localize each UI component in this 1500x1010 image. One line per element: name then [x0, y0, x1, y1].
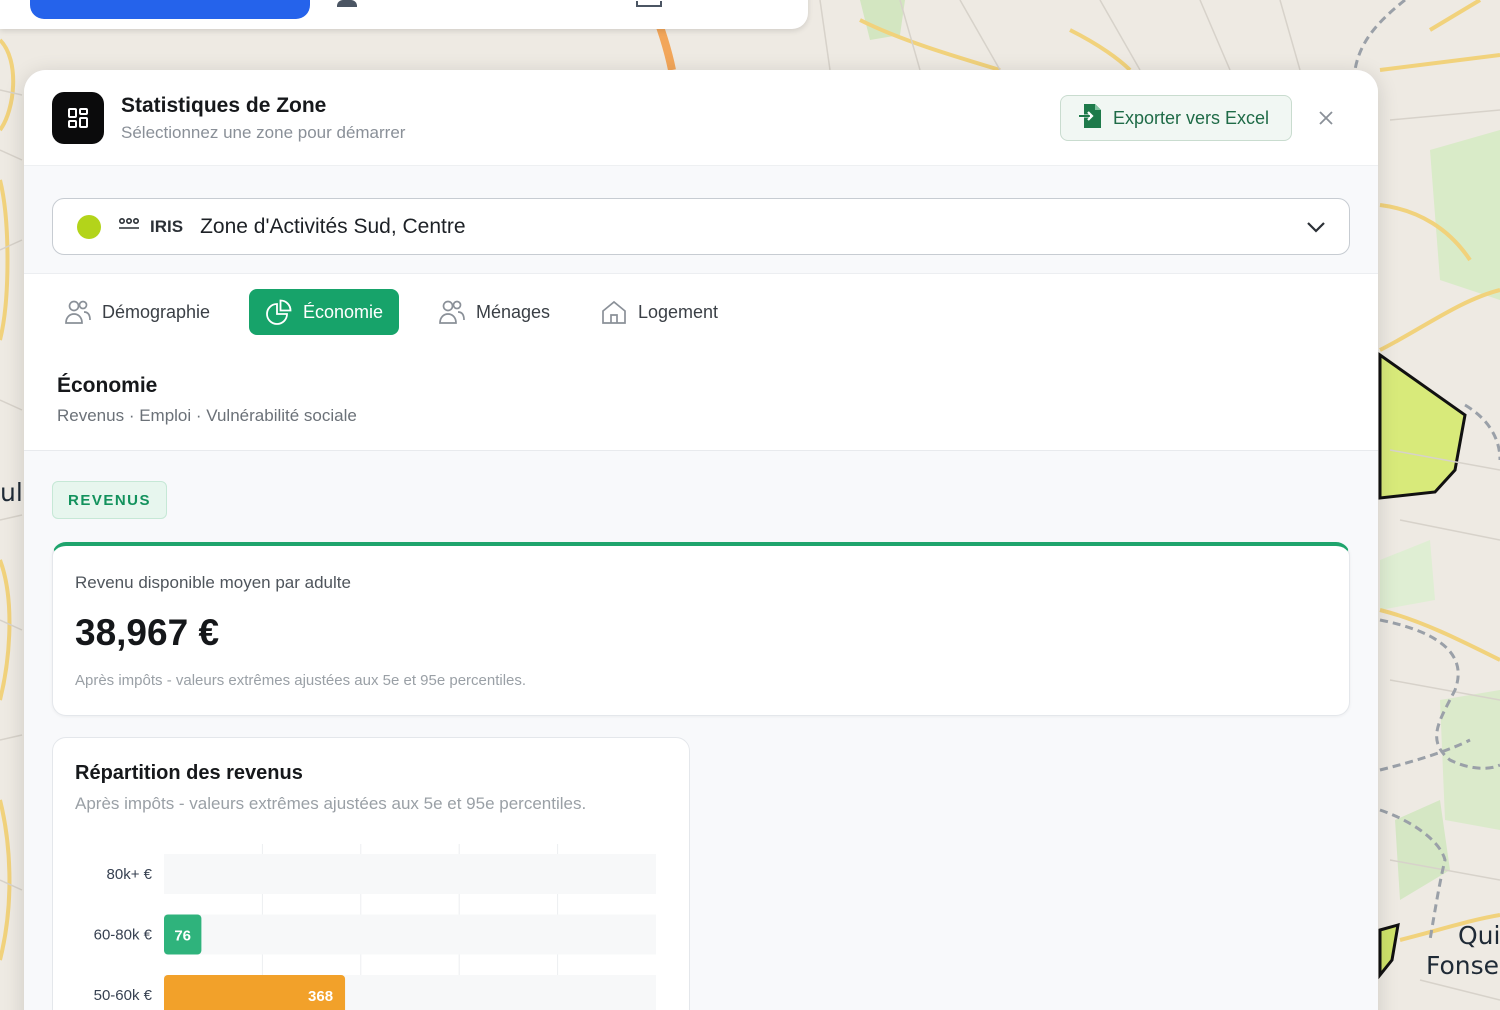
tab-economie[interactable]: Économie	[249, 289, 400, 335]
close-button[interactable]	[1314, 106, 1338, 130]
chevron-down-icon	[1307, 222, 1325, 233]
pie-chart-icon	[266, 299, 292, 325]
excel-icon	[1077, 102, 1105, 135]
category-label: 50-60k €	[94, 987, 153, 1004]
stat-note: Après impôts - valeurs extrêmes ajustées…	[75, 672, 527, 689]
export-excel-button[interactable]: Exporter vers Excel	[1060, 95, 1292, 141]
home-icon	[602, 300, 626, 324]
user-icon[interactable]	[337, 0, 357, 7]
stat-card-revenu: Revenu disponible moyen par adulte 38,96…	[52, 542, 1350, 716]
zone-type-label: IRIS	[150, 216, 184, 236]
users-icon	[439, 300, 465, 324]
zone-color-dot	[77, 214, 101, 239]
bar-track	[164, 914, 656, 955]
map-label-quin: Quin	[1458, 921, 1500, 950]
tab-logement[interactable]: Logement	[584, 289, 734, 335]
panel-title: Statistiques de Zone	[121, 94, 327, 117]
zone-select[interactable]: IRIS Zone d'Activités Sud, Centre	[52, 198, 1350, 255]
close-icon	[1319, 111, 1333, 125]
panel-header: Statistiques de Zone Sélectionnez une zo…	[24, 70, 1378, 166]
map-label-fonseg: Fonseg	[1426, 951, 1500, 980]
bar-track	[164, 854, 656, 894]
users-icon	[65, 300, 91, 324]
tab-label: Démographie	[102, 301, 211, 322]
tab-label: Ménages	[476, 301, 551, 322]
tab-label: Logement	[638, 301, 719, 322]
stat-value: 38,967 €	[75, 612, 220, 653]
section-badge: REVENUS	[52, 481, 168, 519]
export-label: Exporter vers Excel	[1113, 107, 1270, 128]
tabs-area: Démographie Économie Ménages Logement Éc…	[24, 274, 1378, 451]
dashboard-icon	[52, 92, 104, 144]
primary-toolbar-button[interactable]	[30, 0, 310, 19]
zone-selector-area: IRIS Zone d'Activités Sud, Centre	[24, 166, 1378, 274]
bar-value-label: 76	[174, 928, 191, 945]
income-distribution-card: Répartition des revenus Après impôts - v…	[52, 737, 690, 1010]
income-chart: 80k+ € 60-80k € 76 50-60k € 368	[94, 844, 656, 1010]
map-label-left: ul	[0, 478, 23, 507]
bar-value-label: 368	[308, 988, 333, 1005]
zone-type-icon	[118, 217, 140, 236]
category-label: 60-80k €	[94, 927, 153, 944]
top-toolbar	[0, 0, 808, 29]
tab-menages[interactable]: Ménages	[422, 289, 566, 335]
section-subtitle: Revenus · Emploi · Vulnérabilité sociale	[57, 406, 357, 425]
tab-label: Économie	[303, 301, 384, 322]
stat-label: Revenu disponible moyen par adulte	[75, 573, 351, 592]
section-title: Économie	[57, 374, 158, 397]
zone-name: Zone d'Activités Sud, Centre	[200, 214, 466, 238]
panel-subtitle: Sélectionnez une zone pour démarrer	[121, 123, 406, 142]
grid-icon[interactable]	[636, 1, 662, 7]
category-label: 80k+ €	[107, 866, 153, 883]
tab-demographie[interactable]: Démographie	[48, 289, 226, 335]
zone-stats-panel: Statistiques de Zone Sélectionnez une zo…	[24, 70, 1378, 1010]
